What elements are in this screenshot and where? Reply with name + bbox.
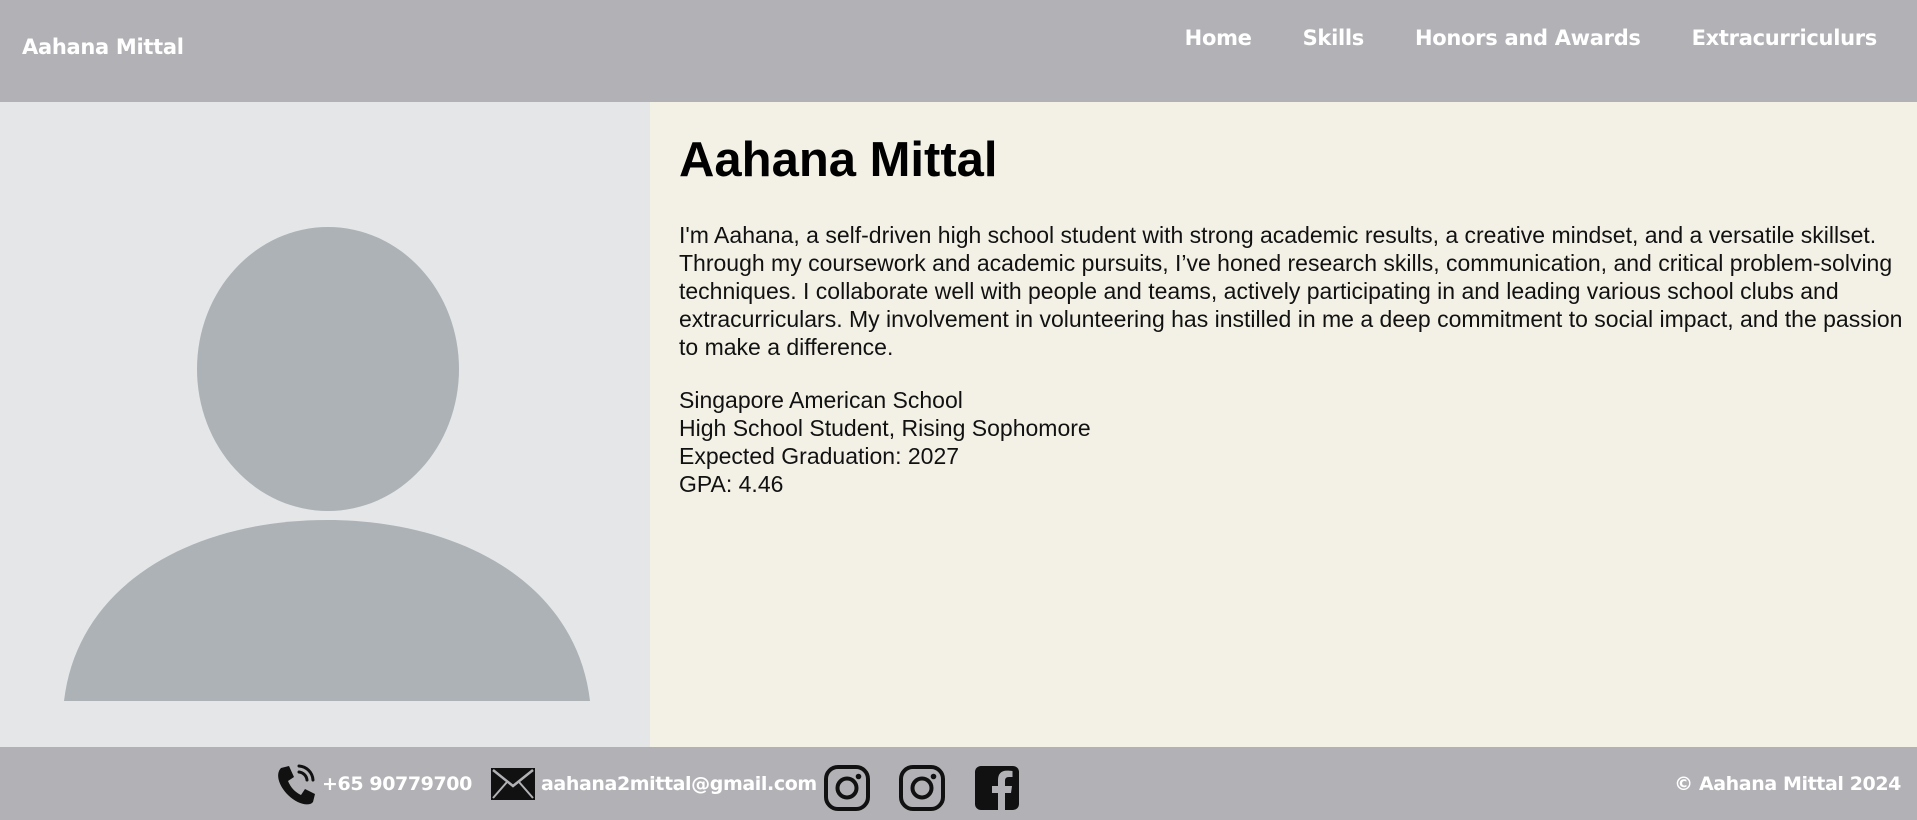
site-header: Aahana Mittal Home Skills Honors and Awa… (0, 0, 1917, 102)
profile-photo-panel (0, 102, 650, 747)
instagram-icon[interactable] (899, 765, 945, 811)
envelope-icon (491, 767, 535, 800)
nav-extracurriculars[interactable]: Extracurriculurs (1692, 26, 1878, 50)
copyright-text: © Aahana Mittal 2024 (1674, 772, 1901, 795)
profile-details: Singapore American School High School St… (679, 386, 1091, 498)
profile-bio: I'm Aahana, a self-driven high school st… (679, 222, 1903, 360)
user-silhouette-icon (64, 227, 590, 701)
nav-honors-and-awards[interactable]: Honors and Awards (1415, 26, 1641, 50)
expected-graduation: Expected Graduation: 2027 (679, 443, 960, 469)
main-nav: Home Skills Honors and Awards Extracurri… (1134, 26, 1878, 50)
copyright: © Aahana Mittal 2024 (1674, 747, 1901, 820)
site-footer: +65 90779700 aahana2mittal@gmail.com © A… (0, 747, 1917, 820)
email-address[interactable]: aahana2mittal@gmail.com (541, 773, 817, 795)
nav-skills[interactable]: Skills (1303, 26, 1365, 50)
instagram-icon[interactable] (824, 765, 870, 811)
student-status: High School Student, Rising Sophomore (679, 415, 1091, 441)
contact-phone[interactable]: +65 90779700 (271, 747, 472, 820)
profile-name: Aahana Mittal (679, 133, 998, 187)
nav-home[interactable]: Home (1185, 26, 1252, 50)
school-name: Singapore American School (679, 387, 963, 413)
phone-number[interactable]: +65 90779700 (322, 773, 472, 795)
profile-content: Aahana Mittal I'm Aahana, a self-driven … (650, 102, 1917, 747)
facebook-icon[interactable] (974, 765, 1020, 811)
brand-name[interactable]: Aahana Mittal (22, 35, 184, 59)
gpa: GPA: 4.46 (679, 471, 784, 497)
phone-icon (278, 764, 315, 804)
contact-email[interactable]: aahana2mittal@gmail.com (490, 747, 817, 820)
